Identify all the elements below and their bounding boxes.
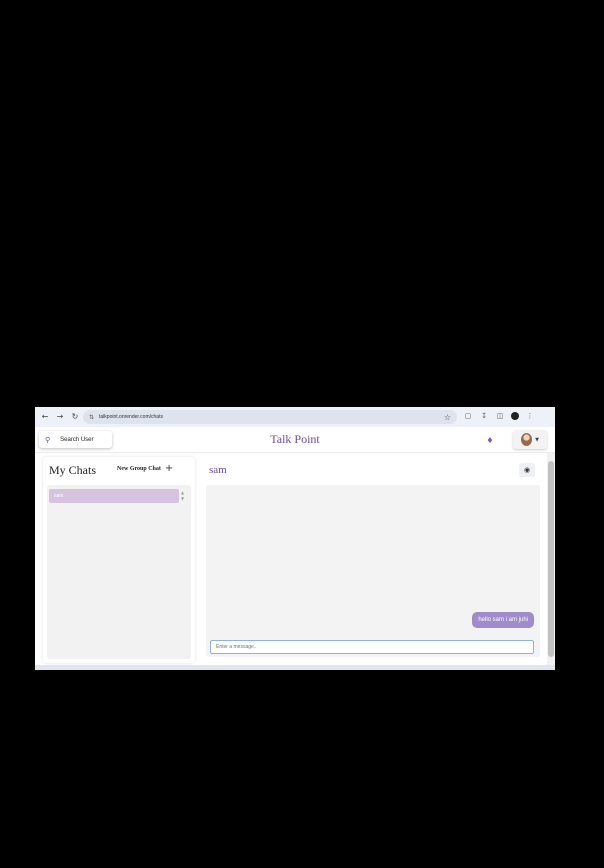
list-scroll-arrows-icon[interactable]: ▲ ▼ [181,490,184,502]
message-text: hello sam i am juhi [478,617,528,623]
browser-toolbar: ← → ↻ ⇅ talkpoint.onrender.com/chats ☆ ▢… [35,407,555,427]
chat-item-label: sam [54,493,64,499]
avatar [521,433,533,446]
tune-icon[interactable]: ⇅ [89,414,94,421]
page-scrollbar[interactable] [547,453,555,670]
forward-icon[interactable]: → [54,411,66,423]
star-icon[interactable]: ☆ [444,413,451,422]
browser-actions: ▢ ↧ ◫ ⋮ [463,411,535,421]
profile-icon[interactable] [511,412,519,420]
taskbar [35,665,555,670]
reload-icon[interactable]: ↻ [69,411,81,423]
new-group-chat-label: New Group Chat [117,466,161,472]
app-screen: ← → ↻ ⇅ talkpoint.onrender.com/chats ☆ ▢… [35,407,555,670]
address-bar[interactable]: ⇅ talkpoint.onrender.com/chats ☆ [83,410,457,424]
new-group-chat-button[interactable]: New Group Chat + [117,463,174,474]
eye-icon[interactable]: ◉ [519,463,535,477]
profile-menu-button[interactable]: ▼ [513,430,547,449]
menu-icon[interactable]: ⋮ [525,411,535,421]
conversation-panel: sam ◉ hello sam i am juhi [200,457,547,663]
scrollbar-thumb[interactable] [548,461,554,657]
message-area: hello sam i am juhi [206,485,540,657]
message-bubble-sent: hello sam i am juhi [472,612,534,628]
download-icon[interactable]: ↧ [479,411,489,421]
app-header: ⚲ Search User Talk Point ♦ ▼ [35,427,555,453]
back-icon[interactable]: ← [39,411,51,423]
plus-icon: + [164,463,174,474]
address-url: talkpoint.onrender.com/chats [99,414,163,420]
chevron-down-icon: ▼ [535,436,539,443]
tab-search-icon[interactable]: ◫ [495,411,505,421]
my-chats-panel: My Chats New Group Chat + sam ▲ ▼ [43,457,195,663]
message-input[interactable] [210,640,534,654]
app-title: Talk Point [270,432,320,446]
conversation-title: sam [209,464,227,476]
my-chats-title: My Chats [49,463,97,477]
chat-list: sam ▲ ▼ [47,485,191,659]
chat-list-item-sam[interactable]: sam [49,489,179,503]
notification-bell-icon[interactable]: ♦ [482,433,498,447]
extension-icon[interactable]: ▢ [463,411,473,421]
